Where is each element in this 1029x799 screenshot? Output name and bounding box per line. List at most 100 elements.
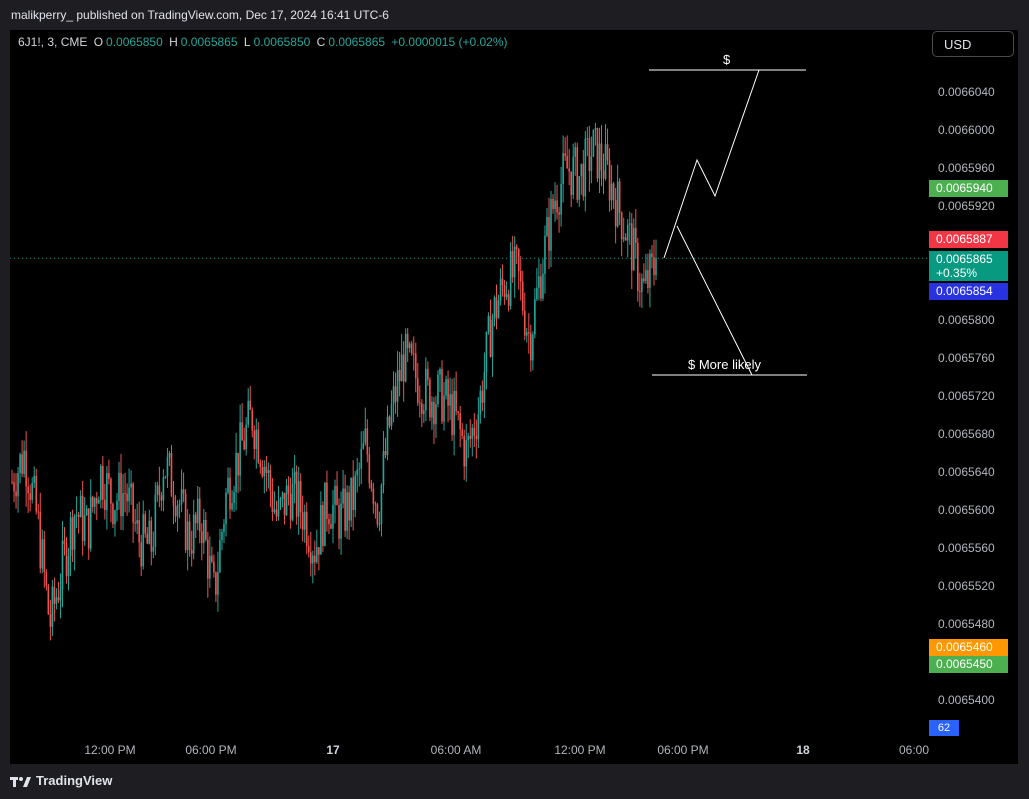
candle-body xyxy=(647,270,649,288)
price-axis-label: 0.0065920 xyxy=(938,199,995,213)
candle-body xyxy=(316,547,318,563)
annotation-target-down[interactable]: $ More likely xyxy=(688,357,761,372)
candle-body xyxy=(392,386,395,404)
candle-body xyxy=(528,332,530,334)
currency-button[interactable]: USD xyxy=(932,31,1014,57)
candle-body xyxy=(425,368,427,411)
candle-body xyxy=(429,379,431,418)
candle-body xyxy=(255,429,258,450)
candle-body xyxy=(87,508,90,549)
candle-body xyxy=(162,477,165,501)
price-tag: 0.0065450 xyxy=(929,656,1008,673)
candle-body xyxy=(328,518,330,525)
candle-body xyxy=(641,278,643,292)
candle-body xyxy=(15,491,17,497)
symbol-label[interactable]: 6J1!, 3, CME xyxy=(18,35,87,49)
candle-body xyxy=(406,333,409,349)
candle-body xyxy=(194,514,197,524)
candle-body xyxy=(67,556,70,577)
candle-body xyxy=(523,310,526,336)
candle-body xyxy=(75,514,78,516)
candle-body xyxy=(451,394,453,436)
candle-body xyxy=(497,300,500,318)
candle-body xyxy=(655,258,657,276)
candle-body xyxy=(634,228,637,243)
candle-body xyxy=(271,490,274,512)
footer-brand[interactable]: TradingView xyxy=(10,773,112,788)
time-axis-label: 17 xyxy=(326,743,340,757)
candle-body xyxy=(219,540,221,573)
candle-body xyxy=(217,572,219,595)
candle-body xyxy=(376,504,379,525)
candle-body xyxy=(469,435,472,439)
candle-body xyxy=(471,427,474,439)
candle-body xyxy=(41,539,44,569)
candle-body xyxy=(348,492,350,521)
annotation-target-up[interactable]: $ xyxy=(723,52,730,67)
candle-body xyxy=(431,401,433,418)
candle-body xyxy=(630,223,633,271)
price-axis-label: 0.0065400 xyxy=(938,693,995,707)
candle-body xyxy=(144,514,147,534)
candle-body xyxy=(592,129,595,157)
candle-body xyxy=(118,472,120,501)
candle-body xyxy=(243,440,245,450)
high-label: H xyxy=(169,35,178,49)
volume-badge: 62 xyxy=(929,720,959,736)
candle-body xyxy=(378,523,381,525)
candle-body xyxy=(281,492,284,499)
candle-body xyxy=(253,430,256,450)
candle-body xyxy=(540,276,542,299)
candle-body xyxy=(562,153,564,184)
candle-body xyxy=(188,521,191,550)
candle-body xyxy=(356,469,359,476)
candle-body xyxy=(532,334,534,361)
candle-body xyxy=(89,496,92,549)
candle-body xyxy=(499,278,502,301)
price-axis-label: 0.0066040 xyxy=(938,85,995,99)
candle-body xyxy=(475,435,478,440)
candle-body xyxy=(138,520,140,543)
candle-body xyxy=(130,483,132,488)
candle-body xyxy=(233,492,235,504)
candle-body xyxy=(614,200,617,227)
candle-body xyxy=(473,427,476,436)
candle-body xyxy=(200,531,203,544)
candle-body xyxy=(134,522,136,524)
candle-body xyxy=(332,504,334,529)
open-value: 0.0065850 xyxy=(106,35,163,49)
candle-body xyxy=(85,508,88,516)
candle-body xyxy=(435,404,437,425)
chart-canvas[interactable] xyxy=(0,0,1029,799)
candle-body xyxy=(342,488,344,504)
candle-body xyxy=(441,369,443,422)
candle-body xyxy=(594,127,597,130)
candle-body xyxy=(384,450,387,456)
candle-body xyxy=(269,470,272,491)
candle-body xyxy=(453,390,455,436)
candle-body xyxy=(326,482,328,519)
candle-body xyxy=(25,450,27,487)
candle-body xyxy=(604,144,607,179)
projection-path-up[interactable] xyxy=(663,69,760,259)
tradingview-logo-icon xyxy=(10,777,31,788)
candle-body xyxy=(196,498,199,524)
candle-body xyxy=(65,543,68,577)
candle-body xyxy=(27,486,29,494)
open-label: O xyxy=(93,35,104,49)
candle-body xyxy=(229,477,231,510)
candle-body xyxy=(364,428,367,444)
candle-body xyxy=(596,127,599,179)
candle-body xyxy=(198,498,201,532)
candle-body xyxy=(390,403,393,426)
candle-body xyxy=(366,428,369,455)
projection-path-down[interactable] xyxy=(676,225,753,376)
candle-body xyxy=(606,144,609,161)
candle-body xyxy=(651,253,653,258)
candle-body xyxy=(95,498,98,504)
candle-body xyxy=(213,561,215,573)
candle-body xyxy=(57,597,60,601)
time-axis-label: 06:00 AM xyxy=(430,743,482,757)
candle-body xyxy=(628,223,631,225)
candle-body xyxy=(71,517,74,550)
